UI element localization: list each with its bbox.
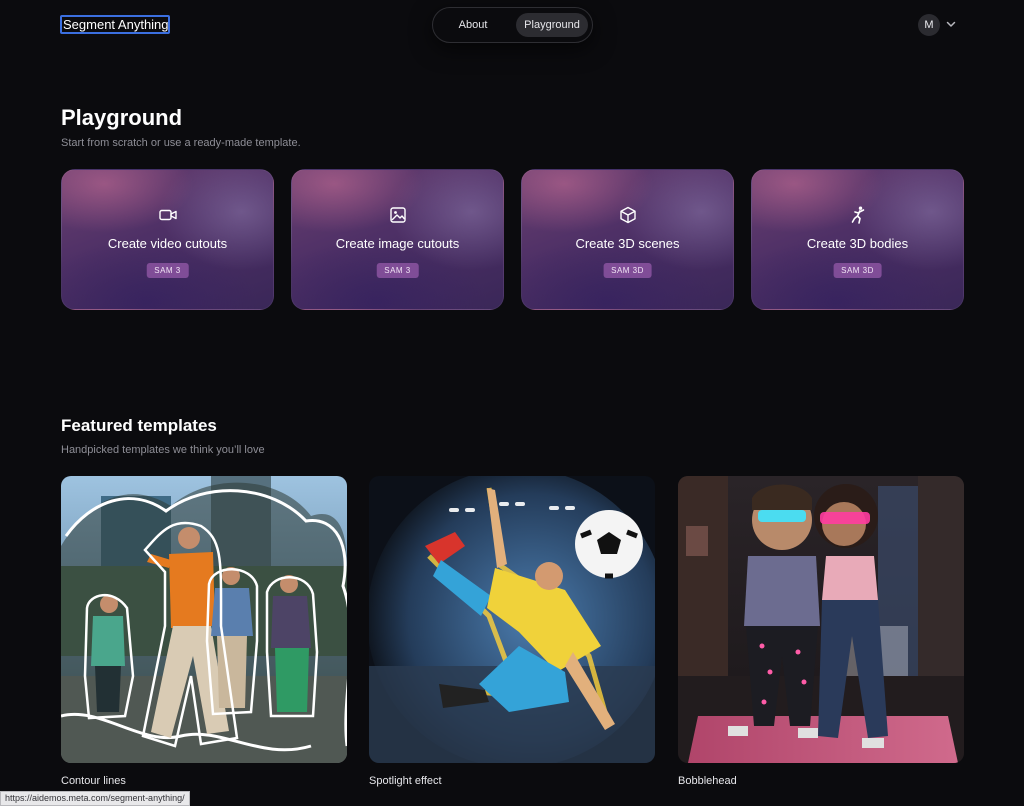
model-badge: SAM 3 (376, 263, 419, 278)
page: Segment Anything About Playground M Play… (0, 0, 1024, 806)
card-title: Create 3D scenes (575, 236, 680, 251)
model-badge: SAM 3D (833, 263, 882, 278)
cube-icon (620, 206, 636, 224)
person-dancing-icon (851, 206, 865, 224)
nav-tab-about[interactable]: About (449, 13, 497, 37)
model-badge: SAM 3 (146, 263, 189, 278)
spotlight-effect-thumbnail (369, 476, 655, 763)
chevron-down-icon[interactable] (946, 21, 956, 28)
page-subtitle: Start from scratch or use a ready-made t… (61, 137, 301, 149)
template-spotlight-effect[interactable] (369, 476, 655, 763)
brand-link[interactable]: Segment Anything (60, 15, 170, 34)
card-title: Create 3D bodies (806, 236, 909, 251)
card-create-image-cutouts[interactable]: Create image cutouts SAM 3 (291, 169, 504, 310)
featured-title: Featured templates (61, 416, 217, 435)
nav-tab-playground[interactable]: Playground (516, 13, 588, 37)
template-label: Spotlight effect (369, 775, 442, 787)
template-bobblehead[interactable] (678, 476, 964, 763)
template-contour-lines[interactable] (61, 476, 347, 763)
card-title: Create image cutouts (335, 236, 460, 251)
bobblehead-thumbnail (678, 476, 964, 763)
featured-subtitle: Handpicked templates we think you’ll lov… (61, 444, 265, 456)
card-create-video-cutouts[interactable]: Create video cutouts SAM 3 (61, 169, 274, 310)
top-nav: About Playground (432, 7, 593, 43)
video-camera-icon (159, 209, 177, 221)
model-badge: SAM 3D (603, 263, 652, 278)
contour-lines-thumbnail (61, 476, 347, 763)
card-create-3d-bodies[interactable]: Create 3D bodies SAM 3D (751, 169, 964, 310)
card-create-3d-scenes[interactable]: Create 3D scenes SAM 3D (521, 169, 734, 310)
status-url: https://aidemos.meta.com/segment-anythin… (0, 791, 190, 806)
page-title: Playground (61, 105, 183, 130)
template-label: Contour lines (61, 775, 126, 787)
card-title: Create video cutouts (107, 236, 228, 251)
template-label: Bobblehead (678, 775, 737, 787)
image-icon (390, 207, 406, 223)
user-avatar[interactable]: M (918, 14, 940, 36)
